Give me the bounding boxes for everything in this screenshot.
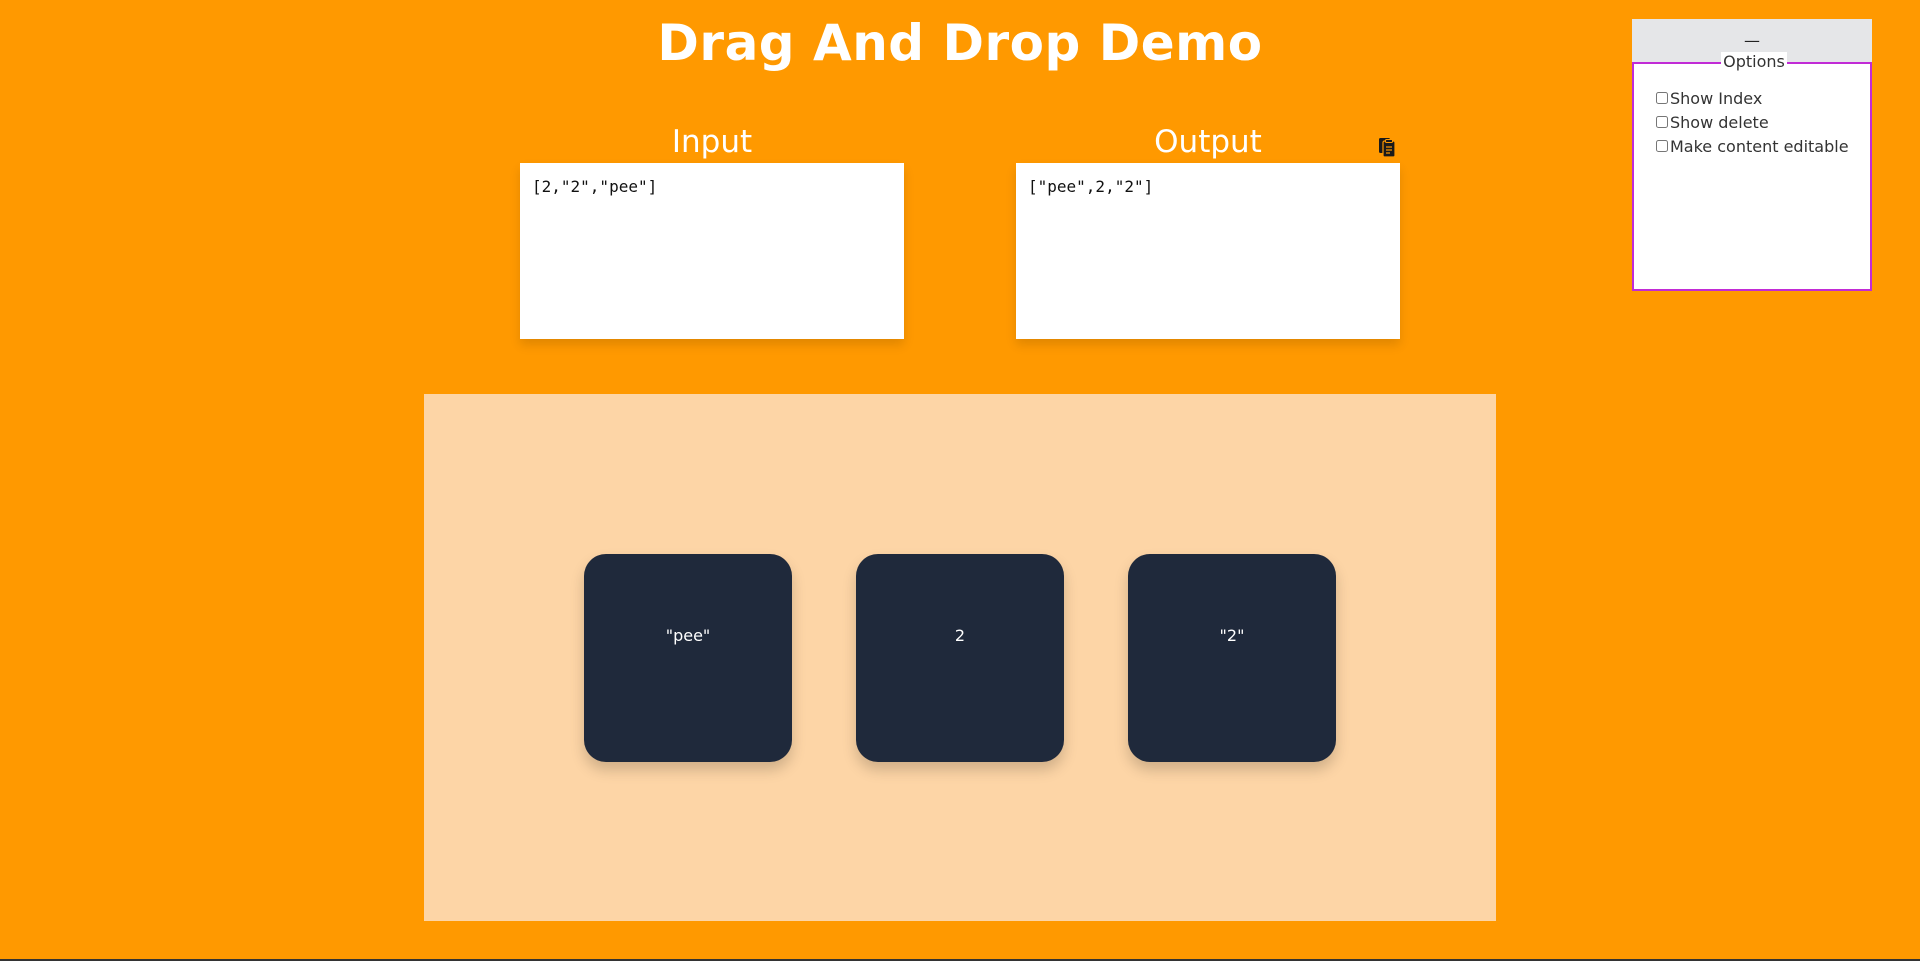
options-legend: Options	[1721, 52, 1787, 71]
input-label: Input	[671, 124, 753, 160]
draggable-card[interactable]: 2	[856, 554, 1064, 762]
page: Drag And Drop Demo Input Output [2,"2","…	[0, 0, 1920, 961]
options-fieldset: Options Show Index Show delete Make cont…	[1632, 52, 1872, 291]
show-delete-checkbox[interactable]	[1656, 116, 1668, 128]
option-show-delete[interactable]: Show delete	[1656, 110, 1870, 134]
draggable-card[interactable]: "2"	[1128, 554, 1336, 762]
input-field[interactable]: [2,"2","pee"]	[520, 163, 904, 339]
output-field[interactable]: ["pee",2,"2"]	[1016, 163, 1400, 339]
drag-board: "pee" 2 "2"	[424, 394, 1496, 921]
card-text: 2	[954, 626, 966, 645]
option-content-editable[interactable]: Make content editable	[1656, 134, 1870, 158]
output-label: Output	[1154, 124, 1262, 160]
show-delete-label: Show delete	[1670, 112, 1769, 132]
draggable-card[interactable]: "pee"	[584, 554, 792, 762]
card-text: "2"	[1219, 626, 1245, 645]
card-text: "pee"	[665, 626, 711, 645]
content-editable-checkbox[interactable]	[1656, 140, 1668, 152]
options-panel: — Options Show Index Show delete Make co…	[1632, 19, 1872, 291]
option-show-index[interactable]: Show Index	[1656, 86, 1870, 110]
show-index-checkbox[interactable]	[1656, 92, 1668, 104]
clipboard-icon[interactable]	[1378, 136, 1396, 158]
show-index-label: Show Index	[1670, 88, 1763, 108]
content-editable-label: Make content editable	[1670, 136, 1849, 156]
